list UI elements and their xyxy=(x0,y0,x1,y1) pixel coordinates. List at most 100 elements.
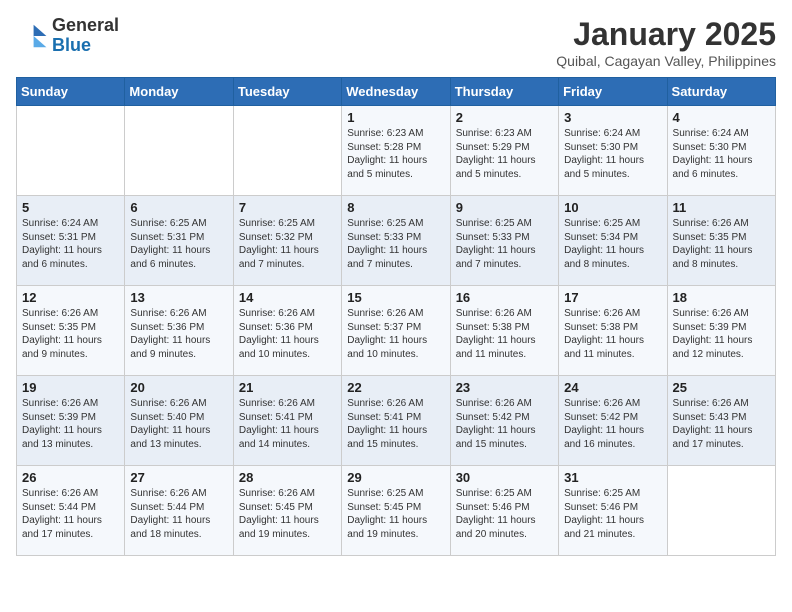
day-number: 4 xyxy=(673,110,770,125)
calendar-cell: 28Sunrise: 6:26 AMSunset: 5:45 PMDayligh… xyxy=(233,466,341,556)
calendar-cell xyxy=(17,106,125,196)
day-info: Sunrise: 6:26 AMSunset: 5:42 PMDaylight:… xyxy=(456,397,553,451)
weekday-header-saturday: Saturday xyxy=(667,78,775,106)
day-info: Sunrise: 6:26 AMSunset: 5:39 PMDaylight:… xyxy=(22,397,119,451)
day-number: 6 xyxy=(130,200,227,215)
day-number: 7 xyxy=(239,200,336,215)
day-info: Sunrise: 6:25 AMSunset: 5:45 PMDaylight:… xyxy=(347,487,444,541)
calendar-cell: 24 Sunrise: 6:26 AMSunset: 5:42 PMDayligh… xyxy=(559,376,667,466)
calendar-cell: 31 Sunrise: 6:25 AMSunset: 5:46 PMDayligh… xyxy=(559,466,667,556)
day-info: Sunrise: 6:26 AMSunset: 5:38 PMDaylight:… xyxy=(456,307,553,361)
day-info: Sunrise: 6:26 AMSunset: 5:44 PMDaylight:… xyxy=(130,487,227,541)
day-info: Sunrise: 6:26 AMSunset: 5:35 PMDaylight:… xyxy=(673,217,770,271)
location-subtitle: Quibal, Cagayan Valley, Philippines xyxy=(556,53,776,69)
weekday-header-tuesday: Tuesday xyxy=(233,78,341,106)
calendar-week-row: 5Sunrise: 6:24 AMSunset: 5:31 PMDaylight… xyxy=(17,196,776,286)
calendar-cell: 19 Sunrise: 6:26 AMSunset: 5:39 PMDayligh… xyxy=(17,376,125,466)
day-number: 16 xyxy=(456,290,553,305)
day-number: 22 xyxy=(347,380,444,395)
calendar-cell: 4 Sunrise: 6:24 AMSunset: 5:30 PMDaylight… xyxy=(667,106,775,196)
day-number: 17 xyxy=(564,290,661,305)
calendar-cell: 17 Sunrise: 6:26 AMSunset: 5:38 PMDayligh… xyxy=(559,286,667,376)
day-info: Sunrise: 6:24 AMSunset: 5:30 PMDaylight:… xyxy=(564,127,661,181)
day-number: 19 xyxy=(22,380,119,395)
day-info: Sunrise: 6:26 AMSunset: 5:36 PMDaylight:… xyxy=(130,307,227,361)
day-info: Sunrise: 6:26 AMSunset: 5:42 PMDaylight:… xyxy=(564,397,661,451)
logo-text: General Blue xyxy=(52,16,119,56)
calendar-cell: 3Sunrise: 6:24 AMSunset: 5:30 PMDaylight… xyxy=(559,106,667,196)
day-number: 18 xyxy=(673,290,770,305)
day-number: 1 xyxy=(347,110,444,125)
calendar-cell: 9Sunrise: 6:25 AMSunset: 5:33 PMDaylight… xyxy=(450,196,558,286)
calendar-cell: 5Sunrise: 6:24 AMSunset: 5:31 PMDaylight… xyxy=(17,196,125,286)
calendar-cell: 14 Sunrise: 6:26 AMSunset: 5:36 PMDayligh… xyxy=(233,286,341,376)
calendar-cell: 12 Sunrise: 6:26 AMSunset: 5:35 PMDayligh… xyxy=(17,286,125,376)
calendar-cell: 23 Sunrise: 6:26 AMSunset: 5:42 PMDayligh… xyxy=(450,376,558,466)
day-number: 5 xyxy=(22,200,119,215)
day-info: Sunrise: 6:23 AMSunset: 5:28 PMDaylight:… xyxy=(347,127,444,181)
day-info: Sunrise: 6:25 AMSunset: 5:33 PMDaylight:… xyxy=(347,217,444,271)
day-info: Sunrise: 6:25 AMSunset: 5:31 PMDaylight:… xyxy=(130,217,227,271)
day-info: Sunrise: 6:25 AMSunset: 5:46 PMDaylight:… xyxy=(564,487,661,541)
calendar-cell: 30Sunrise: 6:25 AMSunset: 5:46 PMDayligh… xyxy=(450,466,558,556)
day-info: Sunrise: 6:26 AMSunset: 5:35 PMDaylight:… xyxy=(22,307,119,361)
day-number: 24 xyxy=(564,380,661,395)
calendar-cell xyxy=(233,106,341,196)
day-info: Sunrise: 6:26 AMSunset: 5:43 PMDaylight:… xyxy=(673,397,770,451)
day-number: 26 xyxy=(22,470,119,485)
day-number: 21 xyxy=(239,380,336,395)
day-number: 29 xyxy=(347,470,444,485)
day-number: 14 xyxy=(239,290,336,305)
day-info: Sunrise: 6:24 AMSunset: 5:30 PMDaylight:… xyxy=(673,127,770,181)
day-number: 25 xyxy=(673,380,770,395)
day-info: Sunrise: 6:26 AMSunset: 5:36 PMDaylight:… xyxy=(239,307,336,361)
weekday-header-sunday: Sunday xyxy=(17,78,125,106)
day-info: Sunrise: 6:26 AMSunset: 5:40 PMDaylight:… xyxy=(130,397,227,451)
day-number: 15 xyxy=(347,290,444,305)
calendar-week-row: 12 Sunrise: 6:26 AMSunset: 5:35 PMDayligh… xyxy=(17,286,776,376)
calendar-cell: 6 Sunrise: 6:25 AMSunset: 5:31 PMDaylight… xyxy=(125,196,233,286)
calendar-cell: 27 Sunrise: 6:26 AMSunset: 5:44 PMDayligh… xyxy=(125,466,233,556)
calendar-cell xyxy=(125,106,233,196)
day-info: Sunrise: 6:26 AMSunset: 5:45 PMDaylight:… xyxy=(239,487,336,541)
calendar-table: SundayMondayTuesdayWednesdayThursdayFrid… xyxy=(16,77,776,556)
logo: General Blue xyxy=(16,16,119,56)
calendar-cell: 2 Sunrise: 6:23 AMSunset: 5:29 PMDaylight… xyxy=(450,106,558,196)
day-info: Sunrise: 6:25 AMSunset: 5:46 PMDaylight:… xyxy=(456,487,553,541)
calendar-cell: 29 Sunrise: 6:25 AMSunset: 5:45 PMDayligh… xyxy=(342,466,450,556)
day-info: Sunrise: 6:23 AMSunset: 5:29 PMDaylight:… xyxy=(456,127,553,181)
calendar-cell: 10Sunrise: 6:25 AMSunset: 5:34 PMDayligh… xyxy=(559,196,667,286)
calendar-cell: 20 Sunrise: 6:26 AMSunset: 5:40 PMDayligh… xyxy=(125,376,233,466)
calendar-cell: 16 Sunrise: 6:26 AMSunset: 5:38 PMDayligh… xyxy=(450,286,558,376)
calendar-cell xyxy=(667,466,775,556)
weekday-header-friday: Friday xyxy=(559,78,667,106)
page-header: General Blue January 2025 Quibal, Cagaya… xyxy=(16,16,776,69)
day-info: Sunrise: 6:26 AMSunset: 5:44 PMDaylight:… xyxy=(22,487,119,541)
calendar-cell: 18 Sunrise: 6:26 AMSunset: 5:39 PMDayligh… xyxy=(667,286,775,376)
day-info: Sunrise: 6:26 AMSunset: 5:38 PMDaylight:… xyxy=(564,307,661,361)
day-number: 13 xyxy=(130,290,227,305)
calendar-cell: 15Sunrise: 6:26 AMSunset: 5:37 PMDayligh… xyxy=(342,286,450,376)
calendar-cell: 22 Sunrise: 6:26 AMSunset: 5:41 PMDayligh… xyxy=(342,376,450,466)
calendar-cell: 26 Sunrise: 6:26 AMSunset: 5:44 PMDayligh… xyxy=(17,466,125,556)
day-number: 31 xyxy=(564,470,661,485)
day-info: Sunrise: 6:26 AMSunset: 5:41 PMDaylight:… xyxy=(347,397,444,451)
calendar-cell: 1 Sunrise: 6:23 AMSunset: 5:28 PMDaylight… xyxy=(342,106,450,196)
calendar-cell: 11 Sunrise: 6:26 AMSunset: 5:35 PMDayligh… xyxy=(667,196,775,286)
day-number: 12 xyxy=(22,290,119,305)
day-number: 23 xyxy=(456,380,553,395)
day-number: 11 xyxy=(673,200,770,215)
day-number: 27 xyxy=(130,470,227,485)
day-info: Sunrise: 6:26 AMSunset: 5:39 PMDaylight:… xyxy=(673,307,770,361)
calendar-week-row: 26 Sunrise: 6:26 AMSunset: 5:44 PMDayligh… xyxy=(17,466,776,556)
weekday-header-wednesday: Wednesday xyxy=(342,78,450,106)
day-number: 2 xyxy=(456,110,553,125)
calendar-week-row: 19 Sunrise: 6:26 AMSunset: 5:39 PMDayligh… xyxy=(17,376,776,466)
title-block: January 2025 Quibal, Cagayan Valley, Phi… xyxy=(556,16,776,69)
day-info: Sunrise: 6:26 AMSunset: 5:41 PMDaylight:… xyxy=(239,397,336,451)
day-info: Sunrise: 6:25 AMSunset: 5:32 PMDaylight:… xyxy=(239,217,336,271)
calendar-cell: 25 Sunrise: 6:26 AMSunset: 5:43 PMDayligh… xyxy=(667,376,775,466)
day-number: 20 xyxy=(130,380,227,395)
day-info: Sunrise: 6:25 AMSunset: 5:34 PMDaylight:… xyxy=(564,217,661,271)
weekday-header-thursday: Thursday xyxy=(450,78,558,106)
